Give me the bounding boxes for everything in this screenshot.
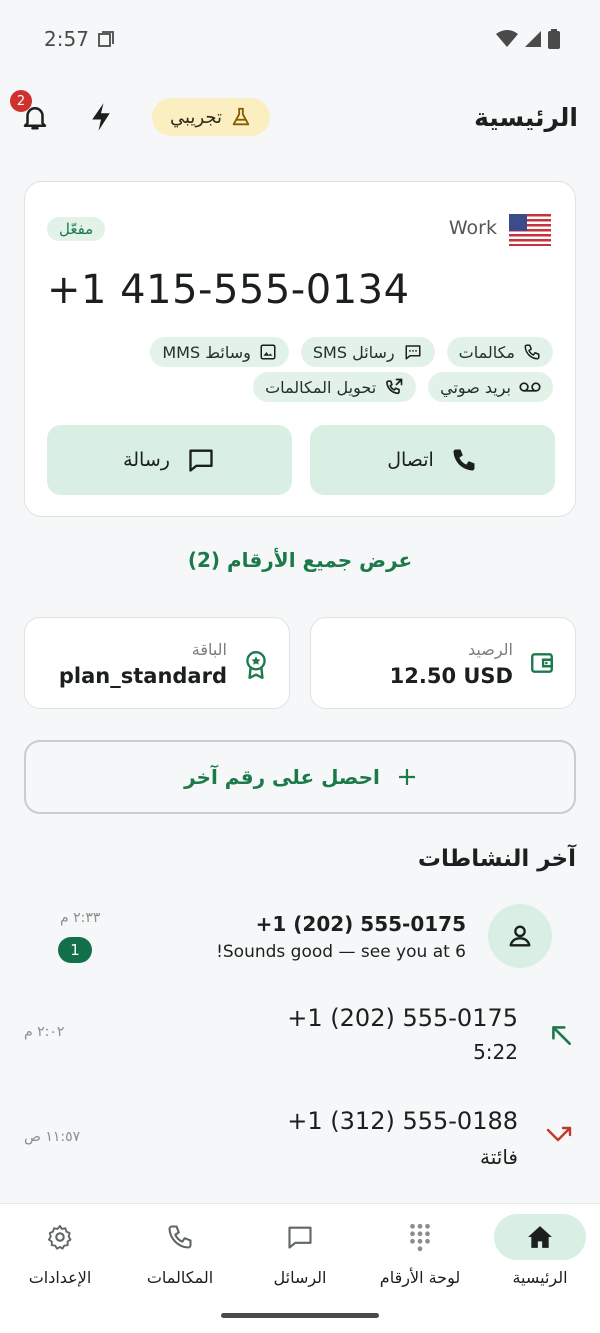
capabilities-row-2: بريد صوتي تحويل المكالمات: [253, 372, 553, 402]
unread-badge: 1: [58, 937, 92, 963]
nav-icon-container: [134, 1214, 226, 1260]
message-button-label: رسالة: [123, 449, 170, 471]
capability-sms: رسائل SMS: [300, 337, 435, 367]
recent-activity-title: آخر النشاطات: [417, 846, 576, 872]
nav-icon-container: [254, 1214, 346, 1260]
trial-label: تجريبي: [170, 106, 223, 128]
show-all-numbers-link[interactable]: عرض جميع الأرقام (2): [0, 548, 600, 572]
plan-label: الباقة: [191, 640, 227, 659]
home-indicator[interactable]: [221, 1313, 379, 1318]
nav-label: المكالمات: [146, 1268, 214, 1287]
screenshot-indicator-icon: [98, 31, 114, 47]
person-icon: [509, 925, 531, 947]
plus-icon: [398, 769, 415, 785]
capability-label: وسائط MMS: [162, 342, 251, 362]
nav-icon-container: [374, 1214, 466, 1260]
voicemail-icon: [519, 382, 541, 392]
call-duration: 5:22: [473, 1040, 518, 1064]
battery-icon: [548, 29, 560, 49]
capability-label: تحويل المكالمات: [265, 377, 377, 397]
message-button[interactable]: رسالة: [47, 425, 292, 495]
chat-icon: [288, 1226, 312, 1249]
image-icon: [260, 344, 276, 360]
message-preview: Sounds good — see you at 6!: [216, 942, 466, 962]
get-number-label: احصل على رقم آخر: [184, 765, 380, 789]
page-title: الرئيسية: [474, 102, 578, 132]
call-number: +1 (202) 555-0175: [287, 1004, 518, 1032]
number-card[interactable]: Work مفعّل +1 415-555-0134 مكالمات رسائل…: [24, 181, 576, 517]
chat-icon: [189, 449, 213, 472]
notifications-button[interactable]: 2: [10, 90, 50, 132]
notifications-badge: 2: [10, 90, 32, 112]
trial-badge[interactable]: تجريبي: [152, 98, 271, 136]
nav-home[interactable]: الرئيسية: [480, 1214, 600, 1287]
get-another-number-button[interactable]: احصل على رقم آخر: [24, 740, 576, 814]
number-label: Work: [448, 217, 497, 239]
capability-mms: وسائط MMS: [150, 337, 289, 367]
phone-number: +1 415-555-0134: [47, 267, 410, 313]
balance-label: الرصيد: [468, 640, 513, 659]
activity-call-row[interactable]: +1 (202) 555-0175 5:22 ٢:٠٢ م: [0, 998, 600, 1078]
capability-label: رسائل SMS: [312, 342, 395, 362]
lightning-icon[interactable]: [88, 102, 114, 132]
nav-label: الرئيسية: [512, 1268, 568, 1287]
nav-dialpad[interactable]: لوحة الأرقام: [360, 1214, 480, 1287]
balance-value: 12.50 USD: [389, 664, 513, 688]
flask-icon: [232, 107, 250, 126]
call-time: ٢:٠٢ م: [24, 1024, 65, 1040]
status-icons: [496, 29, 560, 49]
nav-settings[interactable]: الإعدادات: [0, 1214, 120, 1287]
wallet-icon: [531, 653, 553, 673]
balance-card[interactable]: الرصيد 12.50 USD: [310, 617, 576, 709]
activity-call-row[interactable]: +1 (312) 555-0188 فائتة ١١:٥٧ ص: [0, 1103, 600, 1183]
number-actions: اتصال رسالة: [47, 425, 555, 495]
message-time: ٢:٣٣ م: [60, 910, 101, 926]
number-status-badge: مفعّل: [47, 217, 106, 241]
message-sender: +1 (202) 555-0175: [255, 912, 466, 936]
plan-card[interactable]: الباقة plan_standard: [24, 617, 290, 709]
status-bar: 2:57: [0, 0, 600, 78]
home-icon: [528, 1226, 552, 1248]
status-time: 2:57: [44, 27, 89, 51]
nav-label: لوحة الأرقام: [379, 1268, 461, 1287]
call-button[interactable]: اتصال: [310, 425, 555, 495]
us-flag-icon: [509, 214, 551, 246]
capability-calls: مكالمات: [446, 337, 553, 367]
call-number: +1 (312) 555-0188: [287, 1107, 518, 1135]
signal-icon: [525, 31, 541, 47]
outgoing-call-icon: [552, 1026, 571, 1045]
dialpad-icon: [410, 1223, 430, 1252]
phone-icon: [524, 344, 540, 360]
wifi-icon: [496, 30, 518, 47]
call-time: ١١:٥٧ ص: [24, 1129, 81, 1145]
phone-icon: [168, 1225, 192, 1249]
call-status: فائتة: [480, 1145, 518, 1169]
plan-value: plan_standard: [58, 664, 227, 688]
call-forward-icon: [386, 378, 403, 395]
capabilities-row-1: مكالمات رسائل SMS وسائط MMS: [150, 337, 553, 367]
top-bar: 2 تجريبي الرئيسية: [0, 88, 600, 146]
nav-messages[interactable]: الرسائل: [240, 1214, 360, 1287]
nav-label: الإعدادات: [28, 1268, 92, 1287]
nav-icon-container: [14, 1214, 106, 1260]
phone-icon: [453, 449, 475, 471]
capability-voicemail: بريد صوتي: [428, 372, 553, 402]
capability-forwarding: تحويل المكالمات: [253, 372, 417, 402]
missed-call-icon: [546, 1126, 572, 1142]
sms-icon: [405, 345, 421, 360]
nav-icon-container: [494, 1214, 586, 1260]
nav-calls[interactable]: المكالمات: [120, 1214, 240, 1287]
capability-label: بريد صوتي: [440, 377, 511, 397]
activity-message-row[interactable]: +1 (202) 555-0175 Sounds good — see you …: [0, 900, 600, 980]
avatar: [488, 904, 552, 968]
gear-icon: [47, 1224, 72, 1250]
capability-label: مكالمات: [458, 342, 515, 362]
call-button-label: اتصال: [387, 449, 434, 471]
top-bar-actions: 2 تجريبي: [10, 90, 271, 136]
status-time-group: 2:57: [44, 27, 115, 51]
nav-label: الرسائل: [273, 1268, 327, 1287]
badge-icon: [246, 650, 266, 680]
